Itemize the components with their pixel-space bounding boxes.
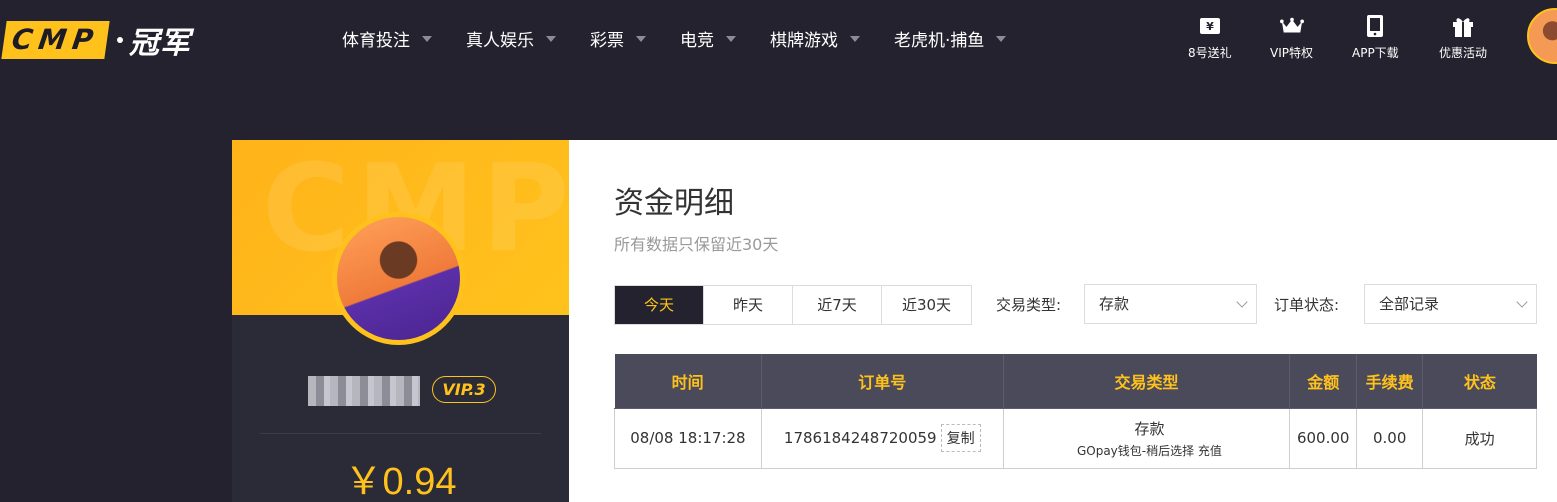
account-balance: ￥0.94 [344,461,457,502]
nav-item-card-games[interactable]: 棋牌游戏 [770,26,860,51]
logo-text: 冠军 [128,26,191,61]
nav-item-label: 老虎机·捕鱼 [894,31,985,51]
nav-item-label: 棋牌游戏 [770,31,838,51]
chevron-down-icon [996,35,1007,42]
tab-last-30-days[interactable]: 近30天 [882,286,971,324]
select-value: 存款 [1099,295,1130,313]
column-header-fee: 手续费 [1356,354,1424,409]
quick-link-label: 8号送礼 [1188,46,1232,60]
cell-type: 存款 GOpay钱包-稍后选择 充值 [1002,407,1291,469]
quick-link-app[interactable]: APP下载 [1352,14,1399,61]
nav-item-esports[interactable]: 电竞 [680,26,736,51]
chevron-down-icon [422,35,432,42]
quick-link-vip[interactable]: VIP特权 [1270,14,1313,61]
profile-card: CMP VIP.3 ￥0.94 [232,140,569,502]
page-subtitle: 所有数据只保留近30天 [614,235,779,254]
chevron-down-icon [1516,296,1528,308]
chevron-down-icon [1236,296,1248,308]
cell-amount: 600.00 [1289,407,1358,469]
column-header-amount: 金额 [1289,354,1358,409]
nav-item-label: 电竞 [680,31,714,51]
quick-link-label: 优惠活动 [1439,46,1488,60]
profile-avatar [332,212,465,345]
user-avatar[interactable] [1527,8,1557,64]
quick-link-label: APP下载 [1352,46,1399,60]
tab-yesterday[interactable]: 昨天 [704,286,793,324]
crown-icon [1279,14,1304,38]
table-row: 08/08 18:17:28 1786184248720059 复制 存款 GOp… [614,407,1537,469]
nav-item-slots-fishing[interactable]: 老虎机·捕鱼 [894,26,1007,51]
top-navbar: CMP 冠军 体育投注 真人娱乐 彩票 电竞 棋牌游戏 老虎机·捕鱼 ¥ 8号送… [0,0,1557,78]
fund-details-panel: 资金明细 所有数据只保留近30天 今天 昨天 近7天 近30天 交易类型: 存款… [569,140,1557,502]
mobile-icon [1363,14,1387,38]
status-badge: 成功 [1422,407,1537,469]
nav-item-label: 彩票 [590,31,624,51]
cell-time: 08/08 18:17:28 [614,407,762,469]
logo-mark: CMP [1,21,110,59]
column-header-status: 状态 [1422,354,1537,409]
order-status-label: 订单状态: [1274,296,1340,314]
transaction-type-select[interactable]: 存款 [1084,284,1257,324]
main-nav: 体育投注 真人娱乐 彩票 电竞 棋牌游戏 老虎机·捕鱼 [342,26,1040,51]
copy-button[interactable]: 复制 [940,424,981,452]
fund-records-table: 时间 订单号 交易类型 金额 手续费 状态 08/08 18:17:28 178… [614,354,1537,469]
gift-coupon-icon: ¥ [1198,14,1222,38]
type-main: 存款 [1134,419,1165,438]
order-status-select[interactable]: 全部记录 [1364,284,1537,324]
nav-item-sports[interactable]: 体育投注 [342,26,432,51]
nav-item-label: 真人娱乐 [466,31,534,51]
tab-today[interactable]: 今天 [615,286,704,324]
nav-item-live-casino[interactable]: 真人娱乐 [466,26,556,51]
type-detail: GOpay钱包-稍后选择 充值 [1076,443,1222,458]
date-range-tabs: 今天 昨天 近7天 近30天 [614,285,972,325]
column-header-order-no: 订单号 [761,354,1004,409]
tab-last-7-days[interactable]: 近7天 [793,286,882,324]
chevron-down-icon [546,35,556,42]
chevron-down-icon [636,35,646,42]
transaction-type-label: 交易类型: [996,296,1062,314]
select-value: 全部记录 [1379,295,1440,313]
nav-item-label: 体育投注 [342,31,410,51]
quick-link-label: VIP特权 [1270,46,1313,60]
column-header-time: 时间 [614,354,762,409]
vip-badge: VIP.3 [432,376,496,403]
divider [260,433,541,434]
brand-logo[interactable]: CMP 冠军 [1,18,191,62]
username-blurred [308,376,420,406]
logo-dot [116,37,123,43]
chevron-down-icon [726,35,736,42]
column-header-type: 交易类型 [1003,354,1291,409]
quick-link-8th-gift[interactable]: ¥ 8号送礼 [1188,14,1232,61]
cell-fee: 0.00 [1356,407,1424,469]
table-header-row: 时间 订单号 交易类型 金额 手续费 状态 [614,354,1537,409]
svg-text:¥: ¥ [1206,20,1214,33]
chevron-down-icon [850,35,860,42]
page-title: 资金明细 [614,186,734,221]
cell-order-no: 1786184248720059 复制 [760,407,1004,469]
order-number: 1786184248720059 [783,429,937,447]
nav-item-lottery[interactable]: 彩票 [590,26,646,51]
quick-link-promotions[interactable]: 优惠活动 [1439,14,1487,61]
gift-box-icon [1451,14,1475,38]
